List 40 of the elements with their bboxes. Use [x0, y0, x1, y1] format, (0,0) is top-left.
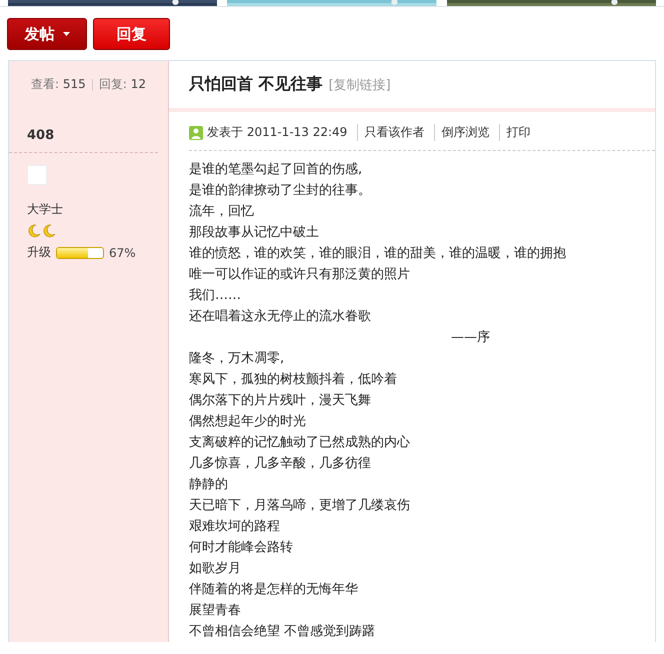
- post-text-line: 是谁的韵律撩动了尘封的往事。: [189, 183, 371, 198]
- post-text-line: 隆冬，万木凋零,: [189, 351, 284, 366]
- level-percent: 67%: [109, 246, 136, 260]
- post-text-line: 那段故事从记忆中破土: [189, 225, 319, 240]
- post-action-link[interactable]: 打印: [499, 124, 540, 141]
- post-text-line: 寒风下，孤独的树枝颤抖着，低吟着: [189, 372, 397, 387]
- new-post-button[interactable]: 发帖: [7, 18, 87, 50]
- post-text-line: 还在唱着这永无停止的流水眷歌: [189, 309, 371, 324]
- user-icon: [189, 126, 203, 140]
- post-text-line: 是谁的笔墨勾起了回首的伤感,: [189, 162, 362, 177]
- post-text-line: 展望青春: [189, 603, 241, 618]
- moon-icon: [27, 224, 41, 238]
- post-text-line: 唯一可以作证的或许只有那泛黄的照片: [189, 267, 410, 282]
- level-bar: [56, 246, 104, 258]
- moon-icon: [42, 224, 56, 238]
- post-text-line: 我们……: [189, 288, 241, 303]
- post-text-line: 支离破粹的记忆触动了已然成熟的内心: [189, 435, 410, 450]
- post-text-line: 伴随着的将是怎样的无悔年华: [189, 582, 358, 597]
- post-text-line: 艰难坎坷的路程: [189, 519, 280, 534]
- stat-text: 回复: 12: [98, 76, 146, 93]
- post-date: 发表于 2011-1-13 22:49: [207, 124, 348, 141]
- post-action-link[interactable]: 只看该作者: [357, 124, 434, 141]
- post-text-line: 如歌岁月: [189, 561, 241, 576]
- stat-text: 查看: 515: [31, 76, 86, 93]
- post-text-line: 几多惊喜，几多辛酸，几多彷徨: [189, 456, 371, 471]
- post-text-line: 偶尔落下的片片残叶，漫天飞舞: [189, 393, 371, 408]
- post-text-line: 静静的: [189, 477, 228, 492]
- author-name[interactable]: 408: [27, 128, 54, 143]
- post-text-line: ——序: [451, 330, 490, 345]
- post-text-line: 何时才能峰会路转: [189, 540, 293, 555]
- post-text-line: 流年，回忆: [189, 204, 254, 219]
- rank-text: 大学士: [27, 201, 63, 218]
- post-text-line: 谁的愤怒，谁的欢笑，谁的眼泪，谁的甜美，谁的温暖，谁的拥抱: [189, 246, 566, 261]
- thread-title: 只怕回首 不见往事: [189, 74, 323, 95]
- post-text-line: 天已暗下，月落乌啼，更增了几缕哀伤: [189, 498, 410, 513]
- level-label: 升级: [27, 244, 51, 261]
- post-text-line: 不曾相信会绝望 不曾感觉到踌躇: [189, 624, 376, 639]
- post-action-link[interactable]: 倒序浏览: [434, 124, 500, 141]
- reply-button[interactable]: 回复: [93, 18, 170, 50]
- post-text-line: 偶然想起年少的时光: [189, 414, 306, 429]
